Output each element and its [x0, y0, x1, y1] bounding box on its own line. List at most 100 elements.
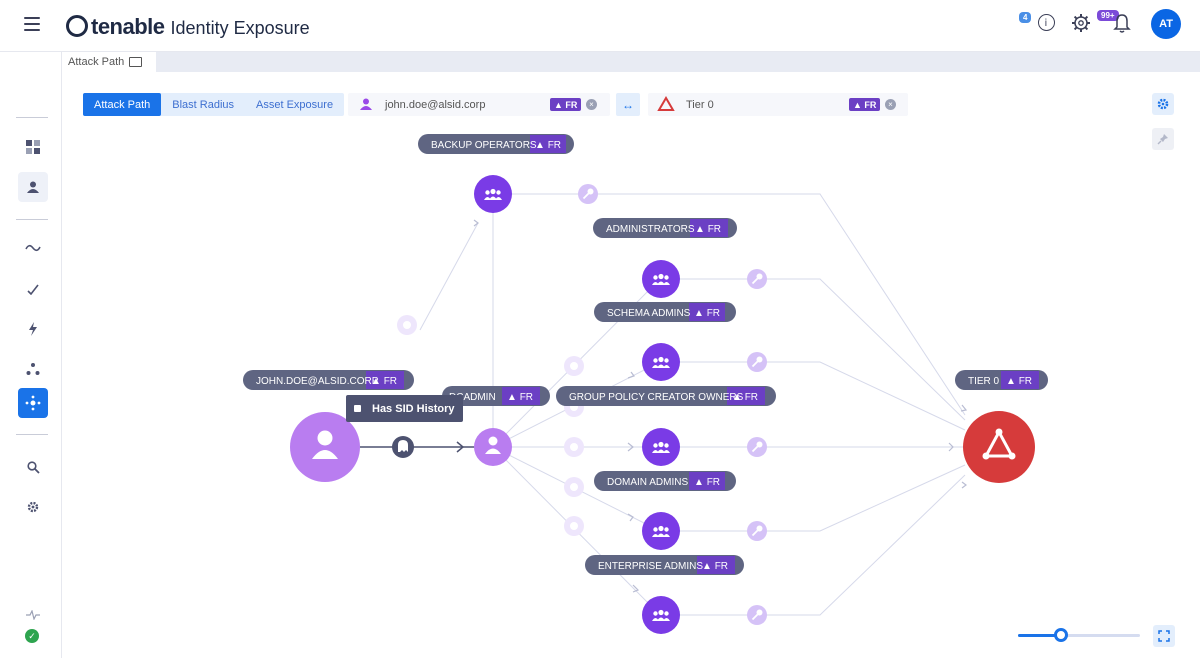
pin-button[interactable]	[1152, 128, 1174, 150]
label-text: ADMINISTRATORS	[606, 224, 695, 235]
svg-text:▲ FR: ▲ FR	[694, 477, 720, 488]
bell-icon[interactable]	[1113, 12, 1131, 34]
mode-blast-radius[interactable]: Blast Radius	[161, 93, 245, 116]
info-icon[interactable]: i	[1038, 14, 1055, 31]
user-icon	[27, 181, 39, 193]
label-text: BACKUP OPERATORS	[431, 140, 537, 151]
user-icon	[360, 98, 372, 110]
label-group-policy-creator-owners: GROUP POLICY CREATOR OWNERS ▲ FR	[556, 386, 776, 406]
sidebar-item-search[interactable]	[18, 452, 48, 482]
source-user-node[interactable]	[290, 412, 360, 482]
svg-text:▲ FR: ▲ FR	[507, 392, 533, 403]
tier0-icon	[657, 96, 675, 111]
tier0-node[interactable]	[963, 411, 1035, 483]
label-text: DOMAIN ADMINS	[607, 477, 688, 488]
sidebar-divider	[16, 434, 48, 435]
sid-history-tooltip: Has SID History	[346, 395, 463, 422]
gear-icon	[27, 501, 39, 513]
sidebar-divider	[16, 219, 48, 220]
sidebar-item-settings[interactable]	[18, 492, 48, 522]
logo-brand: tenable	[91, 14, 165, 39]
edge-permission-chips	[397, 315, 584, 536]
top-bar: tenable Identity Exposure 4 i 99+ AT	[0, 0, 1200, 52]
ghost-icon[interactable]	[392, 436, 414, 458]
sidebar-item-topology[interactable]	[18, 354, 48, 384]
notification-badge: 4	[1019, 12, 1032, 23]
tab-strip: Attack Path	[62, 52, 1200, 72]
source-search-field[interactable]: john.doe@alsid.corp ▲ FR ×	[348, 93, 610, 116]
pulse-icon	[26, 610, 40, 620]
label-tier0: TIER 0 ▲ FR	[955, 370, 1048, 390]
attack-path-graph[interactable]: BACKUP OPERATORS ▲ FR ADMINISTRATORS ▲ F…	[62, 120, 1142, 656]
user-node-dcadmin[interactable]	[474, 428, 512, 466]
sidebar-item-indicators-attack[interactable]	[18, 314, 48, 344]
clear-target-icon[interactable]: ×	[885, 99, 896, 110]
zoom-slider[interactable]	[1018, 628, 1140, 642]
svg-text:▲ FR: ▲ FR	[695, 224, 721, 235]
sidebar-item-dashboard[interactable]	[18, 132, 48, 162]
label-text: GROUP POLICY CREATOR OWNERS	[569, 392, 744, 403]
pin-icon	[1157, 134, 1168, 145]
target-search-field[interactable]: Tier 0 ▲ FR ×	[648, 93, 908, 116]
status-ok-icon: ✓	[25, 629, 39, 643]
sidebar: ✓	[0, 52, 62, 658]
svg-text:▲ FR: ▲ FR	[1006, 376, 1032, 387]
tab-label: Attack Path	[68, 56, 125, 68]
group-node-backup-operators[interactable]	[474, 175, 512, 213]
svg-text:▲ FR: ▲ FR	[535, 140, 561, 151]
search-icon	[26, 460, 40, 474]
label-backup-operators: BACKUP OPERATORS ▲ FR	[418, 134, 574, 154]
mode-attack-path[interactable]: Attack Path	[83, 93, 162, 116]
mode-switch: Attack Path Blast Radius Asset Exposure	[83, 93, 345, 116]
target-search-value: Tier 0	[686, 98, 714, 111]
tooltip-text: Has SID History	[372, 402, 455, 415]
svg-text:▲ FR: ▲ FR	[371, 376, 397, 387]
group-node-enterprise-admins[interactable]	[642, 596, 680, 634]
label-text: JOHN.DOE@ALSID.CORP	[256, 376, 379, 387]
lightning-icon	[29, 322, 37, 336]
tenable-logo-icon	[66, 15, 88, 37]
target-fr-tag: ▲ FR	[849, 98, 881, 111]
tab-attack-path[interactable]: Attack Path	[62, 52, 157, 72]
sidebar-item-activity[interactable]	[18, 600, 48, 630]
label-enterprise-admins: ENTERPRISE ADMINS ▲ FR	[585, 555, 744, 575]
gear-icon[interactable]	[1071, 13, 1091, 33]
sidebar-divider	[16, 117, 48, 118]
dashboard-icon	[26, 140, 40, 154]
label-source-user: JOHN.DOE@ALSID.CORP ▲ FR	[243, 370, 414, 390]
label-text: SCHEMA ADMINS	[607, 308, 691, 319]
avatar[interactable]: AT	[1151, 9, 1181, 39]
sidebar-item-profiles[interactable]	[18, 172, 48, 202]
check-icon	[27, 284, 39, 295]
gear-icon	[1157, 98, 1169, 110]
fullscreen-button[interactable]	[1153, 625, 1175, 647]
group-node-schema-admins[interactable]	[642, 343, 680, 381]
group-node-domain-admins[interactable]	[642, 512, 680, 550]
label-text: TIER 0	[968, 376, 1000, 387]
label-schema-admins: SCHEMA ADMINS ▲ FR	[594, 302, 736, 322]
label-text: ENTERPRISE ADMINS	[598, 561, 703, 572]
attack-path-icon	[25, 395, 41, 411]
sidebar-item-attack-path[interactable]	[18, 388, 48, 418]
lock-icon	[354, 405, 361, 412]
swap-button[interactable]: ↔	[616, 93, 640, 116]
svg-text:i: i	[1045, 18, 1048, 29]
sidebar-item-trail-flow[interactable]	[18, 233, 48, 263]
logo: tenable Identity Exposure	[66, 12, 310, 40]
logo-product: Identity Exposure	[170, 18, 310, 38]
svg-text:▲ FR: ▲ FR	[732, 392, 758, 403]
group-node-administrators[interactable]	[642, 260, 680, 298]
mode-asset-exposure[interactable]: Asset Exposure	[245, 93, 344, 116]
graph-settings-button[interactable]	[1152, 93, 1174, 115]
topology-icon	[26, 363, 40, 375]
svg-text:▲ FR: ▲ FR	[694, 308, 720, 319]
group-node-group-policy-creator-owners[interactable]	[642, 428, 680, 466]
menu-icon[interactable]	[24, 17, 40, 31]
label-domain-admins: DOMAIN ADMINS ▲ FR	[594, 471, 736, 491]
clear-source-icon[interactable]: ×	[586, 99, 597, 110]
source-search-value: john.doe@alsid.corp	[385, 98, 486, 111]
zoom-handle[interactable]	[1054, 628, 1068, 642]
label-administrators: ADMINISTRATORS ▲ FR	[593, 218, 737, 238]
book-icon[interactable]	[129, 57, 143, 67]
sidebar-item-indicators-exposure[interactable]	[18, 274, 48, 304]
